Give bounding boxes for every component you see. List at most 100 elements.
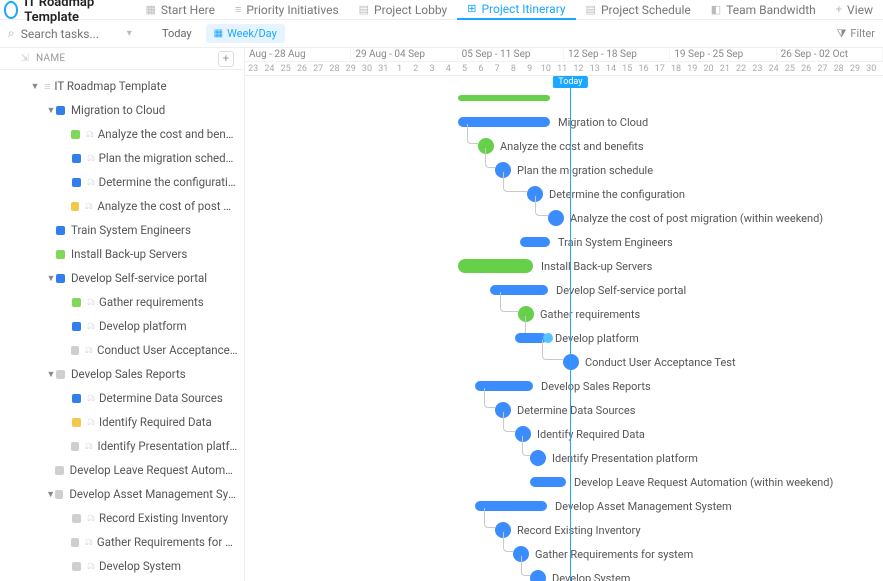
caret-icon[interactable]: ▼ xyxy=(46,489,55,500)
gantt-label: Develop platform xyxy=(555,332,639,345)
gantt-row[interactable]: Conduct User Acceptance Test xyxy=(245,350,883,374)
name-column-header: NAME xyxy=(36,53,65,64)
gantt-label: Develop System xyxy=(552,572,630,581)
gantt-row[interactable]: Develop Leave Request Automation (within… xyxy=(245,470,883,494)
gantt-label: Develop Leave Request Automation (within… xyxy=(574,476,833,489)
gantt-milestone[interactable] xyxy=(548,210,564,226)
tree-row[interactable]: ⎌Develop platform xyxy=(0,314,244,338)
tree-row[interactable]: ⎌Record Existing Inventory xyxy=(0,506,244,530)
status-square xyxy=(71,346,79,355)
tab-label: Priority Initiatives xyxy=(246,3,338,17)
gantt-bar[interactable] xyxy=(490,285,548,295)
tree-row[interactable]: ⎌Determine the configuration xyxy=(0,170,244,194)
day-cell: 29 xyxy=(847,62,863,75)
gantt-row[interactable]: Install Back-up Servers xyxy=(245,254,883,278)
tree-row[interactable]: ⎌Identify Presentation platform xyxy=(0,434,244,458)
gantt-row[interactable]: Train System Engineers xyxy=(245,230,883,254)
top-tab-bar: IT Roadmap Template ▦Start Here≡Priority… xyxy=(0,0,883,20)
gantt-chart[interactable]: TodayMigration to CloudAnalyze the cost … xyxy=(245,76,883,581)
search-icon: ⌕ xyxy=(8,26,15,41)
tree-row[interactable]: ⎌Conduct User Acceptance Test xyxy=(0,338,244,362)
dependency-line xyxy=(535,196,548,216)
tab-1[interactable]: ≡Priority Initiatives xyxy=(225,0,349,20)
dependency-line xyxy=(522,436,530,456)
caret-icon[interactable]: ▼ xyxy=(46,105,56,116)
gantt-row[interactable]: Identify Required Data xyxy=(245,422,883,446)
gantt-row[interactable]: Develop platform xyxy=(245,326,883,350)
search-wrap: ⌕ ▾ xyxy=(8,26,148,41)
gantt-milestone[interactable] xyxy=(518,306,534,322)
today-button[interactable]: Today xyxy=(156,25,198,42)
gantt-row[interactable]: Gather Requirements for system xyxy=(245,542,883,566)
status-square xyxy=(55,490,63,499)
caret-icon[interactable]: ▼ xyxy=(30,81,40,92)
tab-5[interactable]: ◧Team Bandwidth xyxy=(701,0,826,20)
gantt-row[interactable]: Gather requirements xyxy=(245,302,883,326)
tree-row[interactable]: ⎌Analyze the cost and benefits xyxy=(0,122,244,146)
tab-6[interactable]: +View xyxy=(826,0,883,20)
tab-4[interactable]: ▤Project Schedule xyxy=(576,0,701,20)
caret-icon[interactable]: ▼ xyxy=(46,369,56,380)
gantt-row[interactable]: Analyze the cost of post migration (with… xyxy=(245,206,883,230)
day-cell: 6 xyxy=(473,62,489,75)
day-cell: 28 xyxy=(326,62,342,75)
gantt-row[interactable]: Identify Presentation platform xyxy=(245,446,883,470)
day-cell: 26 xyxy=(798,62,814,75)
tab-2[interactable]: ▤Project Lobby xyxy=(349,0,458,20)
gantt-milestone[interactable] xyxy=(530,570,546,581)
tab-3[interactable]: ⊞Project Itinerary xyxy=(457,0,575,20)
tree-row[interactable]: ⎌Gather requirements xyxy=(0,290,244,314)
gantt-row[interactable]: Develop System xyxy=(245,566,883,581)
tab-icon: ⊞ xyxy=(467,2,476,15)
gantt-row[interactable]: Plan the migration schedule xyxy=(245,158,883,182)
day-cell: 21 xyxy=(717,62,733,75)
status-square xyxy=(72,418,81,427)
add-column-button[interactable]: + xyxy=(218,51,234,67)
gantt-row[interactable]: Determine Data Sources xyxy=(245,398,883,422)
gantt-label: Gather Requirements for system xyxy=(535,548,693,561)
caret-icon[interactable]: ▼ xyxy=(46,273,56,284)
chevron-down-icon[interactable]: ▾ xyxy=(127,28,132,39)
gantt-bar[interactable] xyxy=(520,237,550,247)
tree-row[interactable]: ⎌Plan the migration schedule xyxy=(0,146,244,170)
gantt-row[interactable]: Develop Self-service portal xyxy=(245,278,883,302)
gantt-row[interactable]: Migration to Cloud xyxy=(245,110,883,134)
gantt-row[interactable]: Record Existing Inventory xyxy=(245,518,883,542)
gantt-row[interactable] xyxy=(245,86,883,110)
tree-row[interactable]: ▼≡IT Roadmap Template xyxy=(0,74,244,98)
search-input[interactable] xyxy=(21,27,121,41)
tree-row[interactable]: ⎌Gather Requirements for syst... xyxy=(0,530,244,554)
tree-row[interactable]: ⎌Determine Data Sources xyxy=(0,386,244,410)
task-name: Develop Self-service portal xyxy=(71,271,207,285)
tree-row[interactable]: ⎌Identify Required Data xyxy=(0,410,244,434)
day-cell: 27 xyxy=(814,62,830,75)
filter-button[interactable]: ⧩ Filter xyxy=(837,27,875,41)
tree-row[interactable]: ⎌Develop System xyxy=(0,554,244,578)
task-name: Determine Data Sources xyxy=(99,391,223,405)
gantt-summary-bar[interactable] xyxy=(458,95,550,101)
expand-icon[interactable]: ⇲ xyxy=(18,53,32,64)
tree-row[interactable]: Develop Leave Request Automation xyxy=(0,458,244,482)
gantt-row[interactable]: Analyze the cost and benefits xyxy=(245,134,883,158)
gantt-row[interactable]: Develop Asset Management System xyxy=(245,494,883,518)
tree-row[interactable]: ▼Migration to Cloud xyxy=(0,98,244,122)
tree-row[interactable]: ▼Develop Asset Management System xyxy=(0,482,244,506)
tree-header: ⇲ NAME + xyxy=(0,48,244,70)
tree-row[interactable]: ⎌Analyze the cost of post mig... xyxy=(0,194,244,218)
gantt-bar[interactable] xyxy=(530,477,566,487)
tree-row[interactable]: ▼Develop Sales Reports xyxy=(0,362,244,386)
weekday-toggle[interactable]: ▦ Week/Day xyxy=(206,24,285,43)
tab-0[interactable]: ▦Start Here xyxy=(135,0,225,20)
gantt-row[interactable]: Develop Sales Reports xyxy=(245,374,883,398)
day-cell: 25 xyxy=(782,62,798,75)
tree-row[interactable]: Install Back-up Servers xyxy=(0,242,244,266)
status-square xyxy=(72,394,81,403)
gantt-bar[interactable] xyxy=(458,259,533,273)
tree-row[interactable]: ▼ Develop Self-service portal xyxy=(0,266,244,290)
week-header: 12 Sep - 18 Sep xyxy=(564,48,670,61)
day-cell: 17 xyxy=(652,62,668,75)
gantt-milestone[interactable] xyxy=(530,450,546,466)
tree-row[interactable]: Train System Engineers xyxy=(0,218,244,242)
gantt-row[interactable]: Determine the configuration xyxy=(245,182,883,206)
status-square xyxy=(71,538,79,547)
